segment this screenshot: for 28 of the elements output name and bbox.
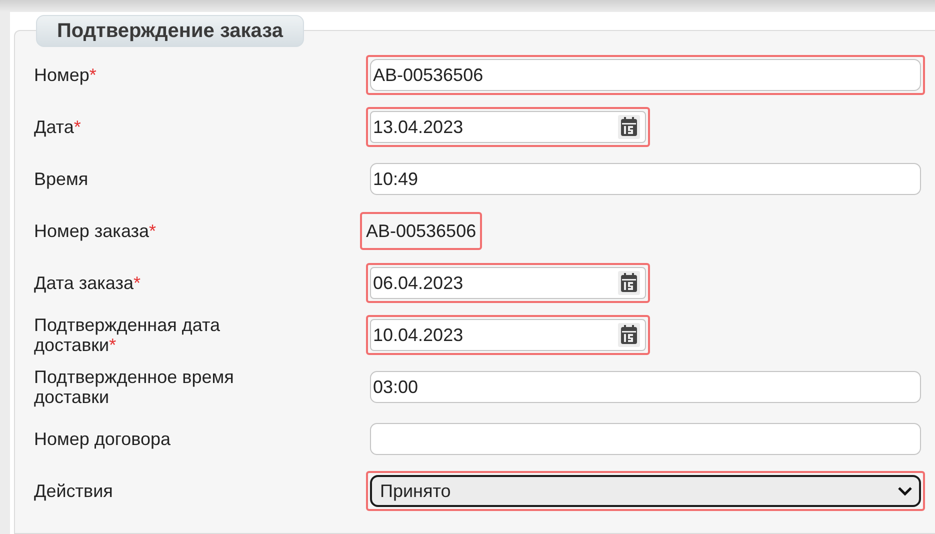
field-label: Подтвержденное время доставки [34,367,235,407]
text-field[interactable]: 03:00 [370,371,921,403]
date-field[interactable]: 10.04.2023 [370,319,646,351]
text-field[interactable]: АВ-00536506 [370,59,921,91]
dropdown[interactable]: Принято [370,475,921,507]
field-value: АВ-00536506 [365,221,478,241]
required-mark: * [109,335,116,355]
field-label: Дата заказа* [34,273,142,293]
field-label: Время [34,169,90,189]
required-mark: * [89,65,96,85]
field-label: Подтвержденная дата доставки* [34,315,222,355]
text-field[interactable]: 10:49 [370,163,921,195]
date-field[interactable]: 06.04.2023 [370,267,646,299]
text-field[interactable] [370,423,921,455]
chevron-down-icon [897,486,913,496]
calendar-icon[interactable] [617,270,641,296]
field-label: Действия [34,481,114,501]
field-label: Номер* [34,65,98,85]
field-label: Номер договора [34,429,172,449]
field-label: Дата* [34,117,82,137]
section-title: Подтверждение заказа [36,15,304,47]
required-mark: * [74,117,81,137]
calendar-icon[interactable] [617,114,641,140]
required-mark: * [133,273,140,293]
calendar-icon[interactable] [617,322,641,348]
date-field[interactable]: 13.04.2023 [370,111,646,143]
required-mark: * [149,221,156,241]
field-label: Номер заказа* [34,221,158,241]
